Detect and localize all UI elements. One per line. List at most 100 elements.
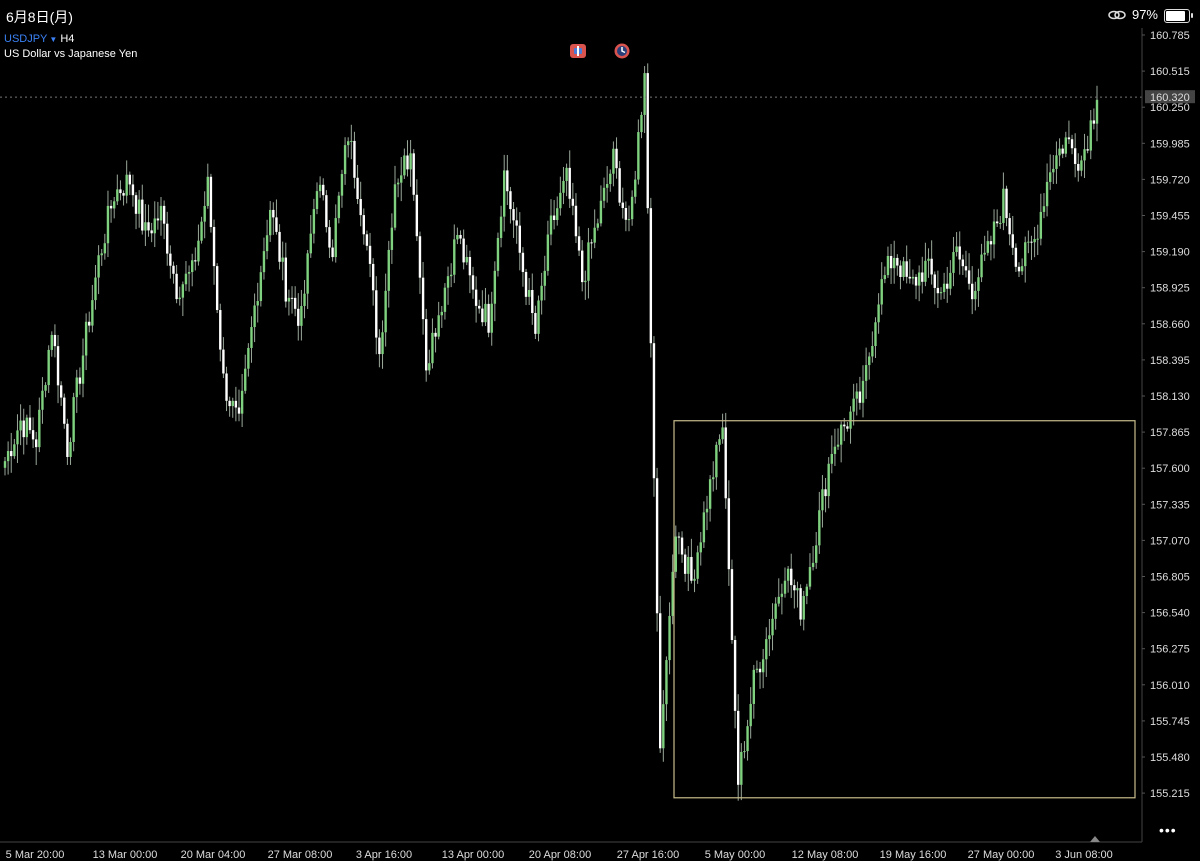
bull-candle [805, 586, 809, 597]
bull-candle [281, 257, 284, 262]
bull-candle [702, 512, 706, 543]
bull-candle [265, 235, 269, 252]
bear-candle [964, 266, 968, 271]
bear-candle [194, 260, 197, 262]
bull-candle [47, 349, 50, 386]
bull-candle [537, 300, 540, 334]
bull-candle [403, 155, 406, 176]
bear-candle [843, 424, 846, 427]
bull-candle [874, 322, 877, 347]
bear-candle [119, 189, 122, 194]
bear-candle [1092, 120, 1096, 124]
bull-candle [191, 260, 194, 273]
bull-candle [94, 277, 97, 301]
bear-candle [150, 230, 153, 234]
bull-candle [240, 390, 244, 414]
bear-candle [162, 205, 166, 224]
bear-candle [1011, 234, 1014, 248]
bull-candle [1049, 172, 1052, 182]
bear-candle [1073, 148, 1077, 164]
bull-candle [13, 444, 16, 457]
bear-candle [1017, 266, 1021, 272]
bull-candle [780, 593, 784, 597]
bull-candle [830, 453, 833, 464]
price-tick-label: 155.745 [1150, 716, 1190, 728]
bear-candle [478, 305, 481, 309]
bull-candle [84, 321, 88, 356]
bear-candle [353, 140, 356, 178]
drawn-rectangle[interactable] [673, 420, 1136, 799]
price-axis[interactable]: 160.785160.515160.250159.985159.720159.4… [1142, 30, 1190, 800]
price-tick-label: 156.010 [1150, 680, 1190, 692]
bull-candle [206, 176, 209, 206]
bull-candle [765, 639, 768, 660]
candles-layer [3, 63, 1099, 801]
bull-candle [983, 252, 986, 255]
current-price-value: 160.320 [1150, 92, 1190, 104]
bear-candle [552, 215, 556, 220]
price-chart[interactable]: 160.785160.515160.250159.985159.720159.4… [0, 0, 1200, 861]
bull-candle [41, 390, 44, 410]
bull-candle [309, 233, 312, 254]
bear-candle [615, 148, 618, 169]
bear-candle [646, 73, 649, 209]
bear-candle [59, 385, 63, 398]
bear-candle [509, 191, 512, 210]
bear-candle [481, 308, 484, 323]
bull-candle [927, 258, 930, 261]
bull-candle [687, 556, 690, 574]
bull-candle [490, 303, 493, 333]
bull-candle [97, 255, 100, 278]
bear-candle [88, 321, 91, 326]
bear-candle [930, 258, 933, 275]
bull-candle [587, 242, 590, 281]
bear-candle [936, 287, 940, 294]
bear-candle [284, 257, 287, 302]
bear-candle [134, 195, 138, 214]
bull-candle [986, 241, 989, 253]
bull-candle [456, 234, 459, 240]
bull-candle [999, 222, 1002, 224]
bull-candle [100, 253, 103, 256]
bull-candle [839, 424, 843, 445]
bear-candle [328, 227, 331, 248]
bear-candle [515, 220, 518, 226]
bull-candle [768, 635, 771, 640]
bear-candle [1008, 218, 1011, 235]
bear-candle [131, 184, 135, 196]
bull-candle [137, 199, 141, 214]
bear-candle [368, 245, 372, 264]
bear-candle [147, 222, 150, 231]
bull-candle [81, 355, 85, 384]
bear-candle [531, 290, 534, 314]
bull-candle [883, 275, 887, 280]
bull-candle [1089, 120, 1092, 151]
bull-candle [75, 377, 78, 398]
bull-candle [674, 536, 677, 572]
bull-candle [1080, 160, 1083, 171]
bear-candle [574, 205, 578, 237]
bull-candle [696, 552, 699, 579]
bull-candle [437, 315, 440, 337]
bear-candle [793, 585, 796, 591]
bear-candle [56, 346, 60, 386]
price-tick-label: 156.805 [1150, 572, 1190, 584]
bull-candle [16, 430, 19, 445]
bull-candle [740, 751, 743, 785]
bear-candle [727, 498, 731, 570]
price-tick-label: 159.985 [1150, 138, 1190, 150]
bear-candle [971, 283, 974, 300]
bull-candle [811, 562, 815, 568]
bull-candle [630, 196, 634, 220]
more-menu-icon[interactable]: ••• [1159, 822, 1177, 838]
bull-candle [602, 187, 606, 201]
bear-candle [568, 167, 571, 199]
bear-candle [109, 205, 113, 209]
bull-candle [527, 290, 531, 297]
bull-candle [1052, 168, 1055, 173]
price-tick-label: 159.720 [1150, 174, 1190, 186]
bear-candle [790, 568, 793, 586]
bear-candle [331, 247, 334, 258]
bull-candle [337, 195, 341, 219]
time-axis[interactable]: 5 Mar 20:00 13 Mar 00:00 20 Mar 04:00 27 Ma… [6, 849, 1113, 861]
